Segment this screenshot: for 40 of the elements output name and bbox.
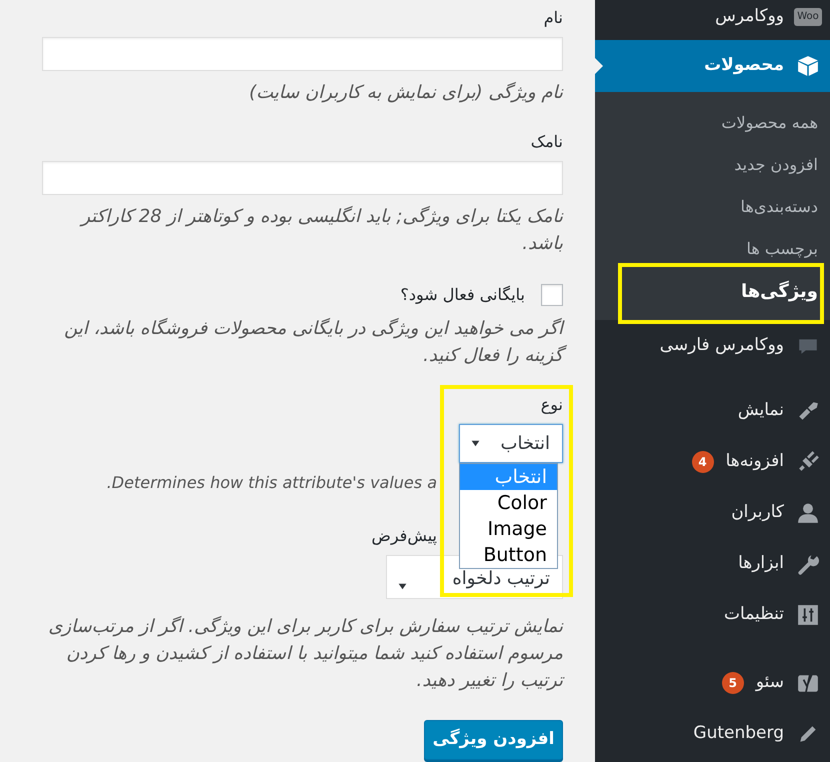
submenu-item[interactable]: همه محصولات [595, 102, 830, 144]
user-icon [797, 502, 819, 524]
brush-icon [797, 400, 819, 422]
caret-icon [397, 581, 408, 592]
sliders-icon [797, 604, 819, 626]
count-badge: 4 [692, 450, 714, 472]
box-icon [797, 55, 819, 77]
add-attribute-button[interactable]: افزودن ویژگی [424, 720, 563, 760]
sidebar-item[interactable]: کاربران [595, 487, 830, 538]
field-label: پیش‌فرض [372, 525, 437, 547]
dropdown-option[interactable]: Color [460, 490, 557, 516]
field-label: نام [542, 7, 563, 29]
text-field[interactable] [42, 37, 563, 71]
sidebar-item[interactable]: ابزارها [595, 538, 830, 589]
checkbox-label: بایگانی فعال شود؟ [400, 284, 525, 306]
checkbox[interactable] [541, 284, 563, 306]
wrench-icon [797, 552, 819, 574]
select-field[interactable]: انتخاب [459, 424, 563, 463]
current-pointer [595, 58, 603, 74]
sidebar-item[interactable]: ووکامرس فارسی [595, 320, 830, 371]
submenu-item[interactable]: دسته‌بندی‌ها [595, 186, 830, 228]
logo-icon: Woo [794, 8, 822, 26]
text-field[interactable] [42, 161, 563, 195]
sidebar-item[interactable]: نمایش [595, 385, 830, 436]
field-label: نوع [540, 394, 563, 416]
field-description: Determines how this attribute's values a. [106, 472, 437, 494]
field-description: نامک یکتا برای ویژگی; باید انگلیسی بوده و کوتاهتر از 28 کاراکتر باشد. [78, 205, 563, 256]
caret-icon [470, 438, 481, 449]
dropdown-option[interactable]: Image [460, 516, 557, 542]
sidebar-item[interactable]: Gutenberg [595, 708, 830, 759]
plug-icon [797, 450, 819, 472]
submenu-item[interactable]: افزودن جدید [595, 144, 830, 186]
field-description: نمایش ترتیب سفارش برای کاربر برای این ویژگی. اگر از مرتب‌سازی مرسوم استفاده کنید شما میتوانید با استفاده از کشیدن و رها کردن ترتیب را تغییر دهید. [47, 615, 563, 693]
submenu-item[interactable]: ویژگی‌ها [595, 270, 830, 312]
field-label: نامک [530, 131, 563, 153]
submenu-item[interactable]: برچسب ها [595, 228, 830, 270]
field-description: نام ویژگی (برای نمایش به کاربران سایت) [248, 81, 563, 105]
sidebar-item[interactable]: تنظیمات [595, 589, 830, 640]
sidebar-item[interactable]: محصولات [595, 40, 830, 92]
count-badge: 5 [722, 672, 744, 694]
